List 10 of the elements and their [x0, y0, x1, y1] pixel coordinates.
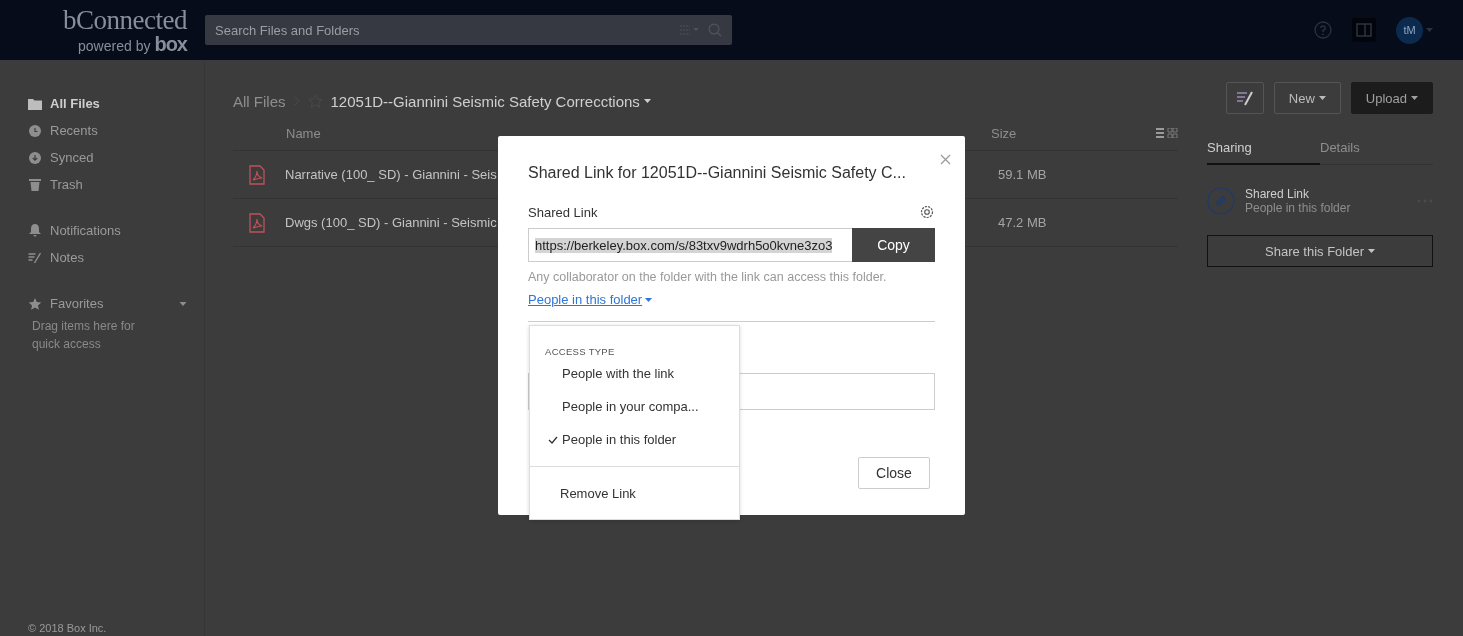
dialog-title: Shared Link for 12051D--Giannini Seismic Safety C... [528, 164, 907, 182]
field-label: Shared Link [528, 204, 598, 220]
file-size: 47.2 MB [998, 215, 1048, 230]
copyright-text: © 2018 Box Inc. [28, 622, 107, 634]
shared-link-access: People in this folder [1245, 201, 1351, 215]
shared-link-title: Shared Link [1245, 187, 1311, 201]
file-size: 59.1 MB [998, 167, 1048, 182]
favorites-hint: Drag items here for quick access [32, 318, 136, 353]
help-text: Any collaborator on the folder with the link can access this folder. [528, 270, 888, 284]
menu-heading: ACCESS TYPE [544, 346, 616, 357]
